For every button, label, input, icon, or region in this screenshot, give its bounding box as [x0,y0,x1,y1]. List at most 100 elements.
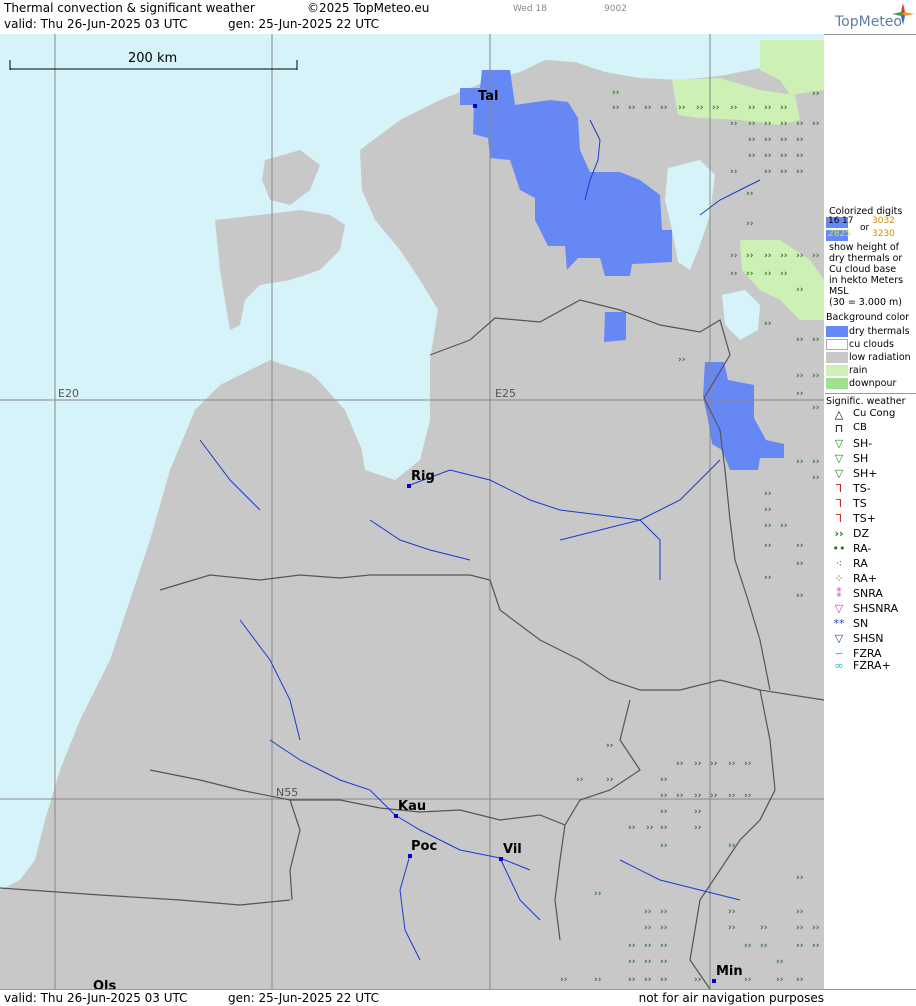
svg-text:››: ›› [796,457,804,467]
footer-gen: gen: 25-Jun-2025 22 UTC [228,991,380,1005]
legend-sig-title: Signific. weather [826,396,906,407]
svg-text:››: ›› [694,759,702,769]
svg-text:››: ›› [728,759,736,769]
svg-text:››: ›› [676,791,684,801]
legend-sym-cu-cong: △ Cu Cong [829,408,916,422]
svg-text:››: ›› [710,759,718,769]
svg-text:››: ›› [796,167,804,177]
legend-digit-2825: 2825 [828,229,851,239]
shower-icon: ▽ [834,452,844,465]
shower-heavy-icon: ▽ [834,467,844,480]
svg-text:››: ›› [660,791,668,801]
svg-text:››: ›› [764,135,772,145]
svg-text:››: ›› [780,151,788,161]
thunderstorm-light-icon: Ꞁ [835,482,843,495]
svg-text:››: ›› [694,807,702,817]
svg-text:››: ›› [780,251,788,261]
legend-sym-ts-minus: Ꞁ TS- [829,482,916,496]
svg-text:››: ›› [660,103,668,113]
header-bar: Thermal convection & significant weather… [0,0,916,35]
svg-text:››: ›› [780,119,788,129]
svg-text:››: ›› [660,823,668,833]
svg-text:››: ›› [764,269,772,279]
svg-text:››: ›› [644,975,652,985]
footer-note: not for air navigation purposes [638,991,824,1005]
city-kau: Kau [398,799,427,814]
legend-desc-4: in hekto Meters [829,275,904,286]
legend-sym-ts-plus: Ꞁ TS+ [829,512,916,526]
svg-text:››: ›› [796,371,804,381]
thunderstorm-heavy-icon: Ꞁ [835,512,843,525]
city-dot-rig [407,484,411,488]
rain-icon: ⁖ [835,557,843,570]
svg-text:››: ›› [796,559,804,569]
svg-text:››: ›› [660,957,668,967]
legend-desc-1: show height of [829,242,900,253]
svg-text:››: ›› [730,167,738,177]
svg-text:››: ›› [744,759,752,769]
svg-text:››: ›› [746,219,754,229]
legend-desc-5: MSL [829,286,849,297]
svg-text:››: ›› [730,251,738,261]
svg-text:››: ›› [796,389,804,399]
cb-icon: ⊓ [834,422,844,435]
legend-sym-ra-minus: •• RA- [829,542,916,556]
valid-time: valid: Thu 26-Jun-2025 03 UTC [4,17,188,31]
svg-text:››: ›› [796,135,804,145]
svg-text:››: ›› [796,591,804,601]
svg-text:››: ›› [764,521,772,531]
header-small-code: 9002 [604,4,627,14]
svg-text:››: ›› [628,823,636,833]
svg-text:››: ›› [746,269,754,279]
svg-text:››: ›› [594,889,602,899]
svg-text:››: ›› [764,151,772,161]
rain-heavy-icon: ⁘ [834,572,844,585]
svg-text:››: ›› [730,269,738,279]
legend-divider [825,393,916,394]
city-tal: Tal [478,89,499,104]
svg-text:››: ›› [660,807,668,817]
map-title: Thermal convection & significant weather [4,1,255,15]
thermals-small [604,312,626,342]
svg-text:››: ›› [812,119,820,129]
thunderstorm-icon: Ꞁ [835,497,843,510]
legend-sym-cb: ⊓ CB [829,422,916,436]
svg-text:››: ›› [812,403,820,413]
copyright: ©2025 TopMeteo.eu [307,1,430,15]
svg-text:››: ›› [764,489,772,499]
svg-text:››: ›› [760,923,768,933]
svg-text:››: ›› [796,923,804,933]
compass-star-icon [892,3,914,25]
city-dot-poc [408,854,412,858]
land-island-hiiumaa [262,150,320,205]
legend-sym-fzra-plus: ∞ FZRA+ [829,659,916,673]
svg-text:››: ›› [644,923,652,933]
legend-sym-ra-plus: ⁘ RA+ [829,572,916,586]
svg-text:››: ›› [764,251,772,261]
svg-text:››: ›› [560,975,568,985]
svg-text:››: ›› [796,941,804,951]
svg-text:››: ›› [748,119,756,129]
shower-snow-rain-icon: ▽ [834,602,844,615]
svg-text:››: ›› [628,103,636,113]
svg-text:››: ›› [780,135,788,145]
svg-text:››: ›› [812,371,820,381]
svg-text:››: ›› [796,119,804,129]
svg-text:››: ›› [776,957,784,967]
svg-text:››: ›› [764,573,772,583]
svg-text:››: ›› [764,167,772,177]
snow-rain-icon: ⁑ [836,587,842,600]
shower-snow-icon: ▽ [834,632,844,645]
svg-text:››: ›› [694,823,702,833]
svg-text:››: ›› [612,88,620,98]
swatch-rain [826,365,848,376]
swatch-cu-clouds [826,339,848,350]
svg-text:››: ›› [644,907,652,917]
legend-digit-3032: 3032 [872,216,895,226]
legend-sym-dz: ›› DZ [829,527,916,541]
city-dot-kau [394,814,398,818]
svg-text:››: ›› [764,103,772,113]
svg-text:››: ›› [660,941,668,951]
legend-panel: Colorized digits 16 17 3032 or 2825 3230… [825,201,916,673]
svg-text:››: ›› [628,975,636,985]
